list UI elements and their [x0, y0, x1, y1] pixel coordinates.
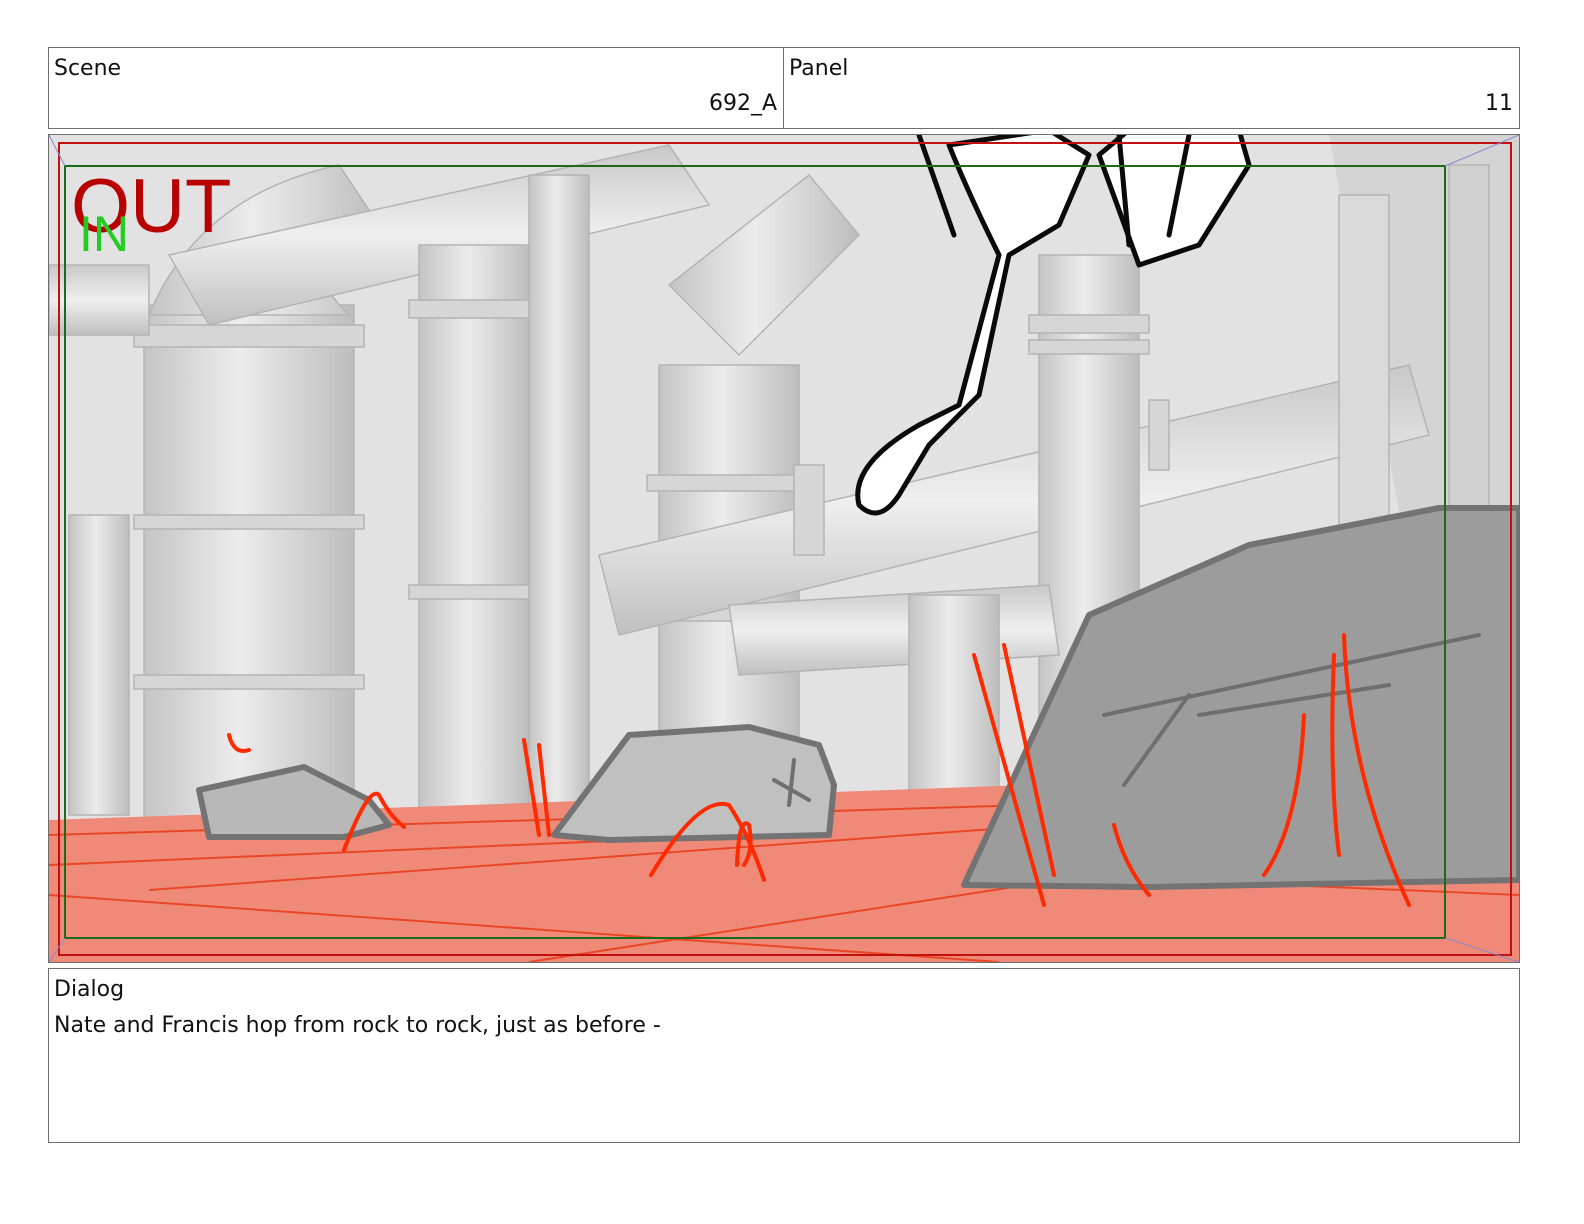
- dialog-box: Dialog Nate and Francis hop from rock to…: [48, 968, 1520, 1143]
- dialog-text: Nate and Francis hop from rock to rock, …: [54, 1013, 661, 1038]
- in-label: IN: [79, 206, 129, 262]
- storyboard-drawing: OUT IN: [49, 135, 1519, 962]
- scene-number: 692_A: [708, 91, 777, 116]
- panel-number: 11: [1485, 91, 1513, 116]
- scene-header: Scene 692_A: [48, 47, 784, 129]
- dialog-label: Dialog: [54, 977, 125, 1002]
- scene-label: Scene: [54, 56, 122, 81]
- storyboard-frame: OUT IN: [48, 134, 1520, 963]
- panel-label: Panel: [789, 56, 849, 81]
- panel-header: Panel 11: [783, 47, 1520, 129]
